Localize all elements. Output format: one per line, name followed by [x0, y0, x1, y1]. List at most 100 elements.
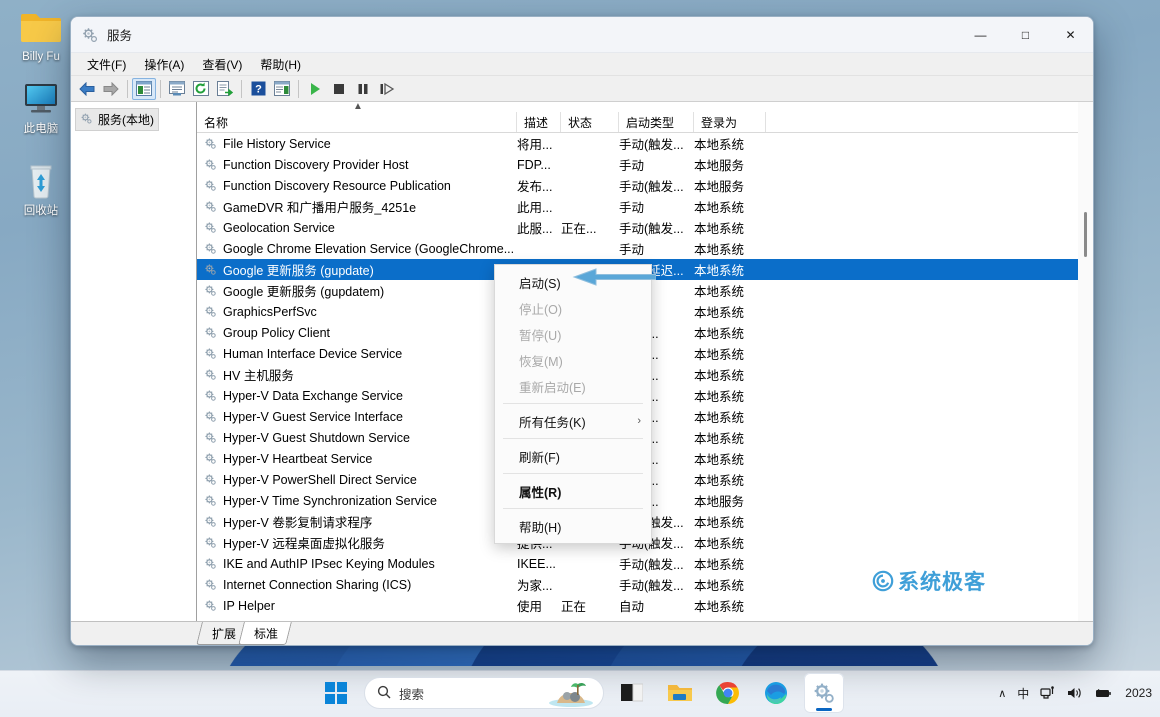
tray-chevron-up-icon[interactable]: ∧ [998, 687, 1006, 700]
column-header-description[interactable]: 描述 [517, 112, 561, 132]
menu-action[interactable]: 操作(A) [135, 53, 193, 76]
menu-help[interactable]: 帮助(H) [251, 53, 310, 76]
menu-item-label: 恢复(M) [519, 351, 563, 370]
menu-separator [503, 403, 643, 404]
menu-item-所有任务k[interactable]: 所有任务(K)› [495, 408, 651, 434]
service-gear-icon [204, 536, 217, 549]
back-arrow-icon[interactable] [75, 78, 99, 100]
export-list-icon[interactable] [213, 78, 237, 100]
menu-item-label: 重新启动(E) [519, 377, 586, 396]
menu-item-属性r[interactable]: 属性(R) [495, 478, 651, 504]
minimize-button[interactable]: — [958, 17, 1003, 53]
table-row[interactable]: Google Chrome Elevation Service (GoogleC… [197, 238, 1093, 259]
context-menu[interactable]: 启动(S)停止(O)暂停(U)恢复(M)重新启动(E)所有任务(K)›刷新(F)… [494, 264, 652, 544]
pause-service-icon[interactable] [351, 78, 375, 100]
cell-service-name: Hyper-V Data Exchange Service [197, 389, 517, 403]
taskbar-search[interactable]: 搜索 [364, 677, 604, 709]
menu-item-label: 刷新(F) [519, 447, 560, 466]
service-gear-icon [204, 368, 217, 381]
desktop-icon-this-pc[interactable]: 此电脑 [8, 78, 74, 136]
cell-logon-as: 本地服务 [694, 155, 766, 174]
restart-service-icon[interactable] [375, 78, 399, 100]
menu-item-刷新f[interactable]: 刷新(F) [495, 443, 651, 469]
column-header-logon-as[interactable]: 登录为 [694, 112, 766, 132]
cell-logon-as: 本地系统 [694, 344, 766, 363]
cell-logon-as: 本地系统 [694, 533, 766, 552]
column-header-status[interactable]: 状态 [561, 112, 619, 132]
chevron-up-icon: ▲ [353, 101, 363, 112]
forward-arrow-icon[interactable] [99, 78, 123, 100]
cell-logon-as: 本地系统 [694, 302, 766, 321]
file-explorer-icon [667, 682, 693, 704]
table-row[interactable]: File History Service将用...手动(触发...本地系统 [197, 133, 1093, 154]
services-app-icon [812, 681, 836, 705]
cell-service-name: Google 更新服务 (gupdate) [197, 260, 517, 279]
svg-text:?: ? [255, 84, 262, 96]
menu-file[interactable]: 文件(F) [78, 53, 135, 76]
microsoft-edge-button[interactable] [756, 673, 796, 713]
cell-service-name: IKE and AuthIP IPsec Keying Modules [197, 557, 517, 571]
table-row[interactable]: Function Discovery Resource Publication发… [197, 175, 1093, 196]
stop-service-icon[interactable] [327, 78, 351, 100]
table-row[interactable]: Geolocation Service此服...正在...手动(触发...本地系… [197, 217, 1093, 238]
clock[interactable]: 2023 [1125, 686, 1152, 700]
tree-node-services-local[interactable]: 服务(本地) [75, 108, 159, 131]
scrollbar-thumb[interactable] [1084, 212, 1087, 257]
table-row[interactable]: Function Discovery Provider HostFDP...手动… [197, 154, 1093, 175]
console-tree-pane: 服务(本地) [71, 102, 197, 621]
services-taskbar-button[interactable] [804, 673, 844, 713]
cell-service-name: File History Service [197, 137, 517, 151]
service-gear-icon [204, 494, 217, 507]
volume-icon[interactable] [1067, 686, 1083, 700]
tab-standard[interactable]: 标准 [238, 622, 292, 645]
menu-item-label: 帮助(H) [519, 517, 561, 536]
cell-service-name: Geolocation Service [197, 221, 517, 235]
cell-logon-as: 本地系统 [694, 554, 766, 573]
column-header-startup-type[interactable]: 启动类型 [619, 112, 694, 132]
table-row[interactable]: IP Helper使用正在自动本地系统 [197, 595, 1093, 616]
close-button[interactable]: ✕ [1048, 17, 1093, 53]
cell-service-name: Hyper-V 远程桌面虚拟化服务 [197, 533, 517, 552]
menu-view[interactable]: 查看(V) [193, 53, 251, 76]
show-hide-action-pane-icon[interactable] [270, 78, 294, 100]
watermark-text: 系统极客 [898, 566, 986, 596]
menu-item-帮助h[interactable]: 帮助(H) [495, 513, 651, 539]
task-view-button[interactable] [612, 673, 652, 713]
services-gear-icon [80, 112, 93, 128]
column-header-name[interactable]: 名称 [197, 112, 517, 132]
network-icon[interactable] [1040, 686, 1056, 700]
ime-indicator[interactable]: 中 [1017, 685, 1029, 702]
taskbar-tray: ∧ 中 2023 [998, 673, 1152, 713]
desktop-icon-folder[interactable]: Billy Fu [8, 6, 74, 64]
menu-item-label: 暂停(U) [519, 325, 561, 344]
show-hide-tree-icon[interactable] [132, 78, 156, 100]
maximize-button[interactable]: □ [1003, 17, 1048, 53]
cell-service-name: Internet Connection Sharing (ICS) [197, 578, 517, 592]
google-chrome-icon [716, 681, 740, 705]
battery-icon[interactable] [1094, 686, 1112, 700]
desktop-icon-recycle-bin[interactable]: 回收站 [8, 160, 74, 218]
menu-separator [503, 473, 643, 474]
google-chrome-button[interactable] [708, 673, 748, 713]
cell-service-name: Hyper-V Time Synchronization Service [197, 494, 517, 508]
start-button[interactable] [316, 673, 356, 713]
cell-logon-as: 本地系统 [694, 470, 766, 489]
vertical-scrollbar[interactable] [1078, 102, 1093, 621]
service-gear-icon [204, 221, 217, 234]
help-icon[interactable]: ? [246, 78, 270, 100]
table-row[interactable]: GameDVR 和广播用户服务_4251e此用...手动本地系统 [197, 196, 1093, 217]
window-titlebar[interactable]: 服务 — □ ✕ [71, 17, 1093, 53]
menu-item-label: 停止(O) [519, 299, 562, 318]
cell-service-name: Function Discovery Resource Publication [197, 179, 517, 193]
service-gear-icon [204, 305, 217, 318]
start-service-icon[interactable] [303, 78, 327, 100]
watermark: 系统极客 [872, 566, 986, 596]
file-explorer-button[interactable] [660, 673, 700, 713]
view-tab-strip: 扩展 标准 [71, 621, 1093, 646]
properties-icon[interactable] [165, 78, 189, 100]
cell-logon-as: 本地服务 [694, 491, 766, 510]
cell-status: 正在 [561, 596, 619, 615]
cell-logon-as: 本地系统 [694, 260, 766, 279]
refresh-icon[interactable] [189, 78, 213, 100]
toolbar-separator [298, 80, 299, 98]
